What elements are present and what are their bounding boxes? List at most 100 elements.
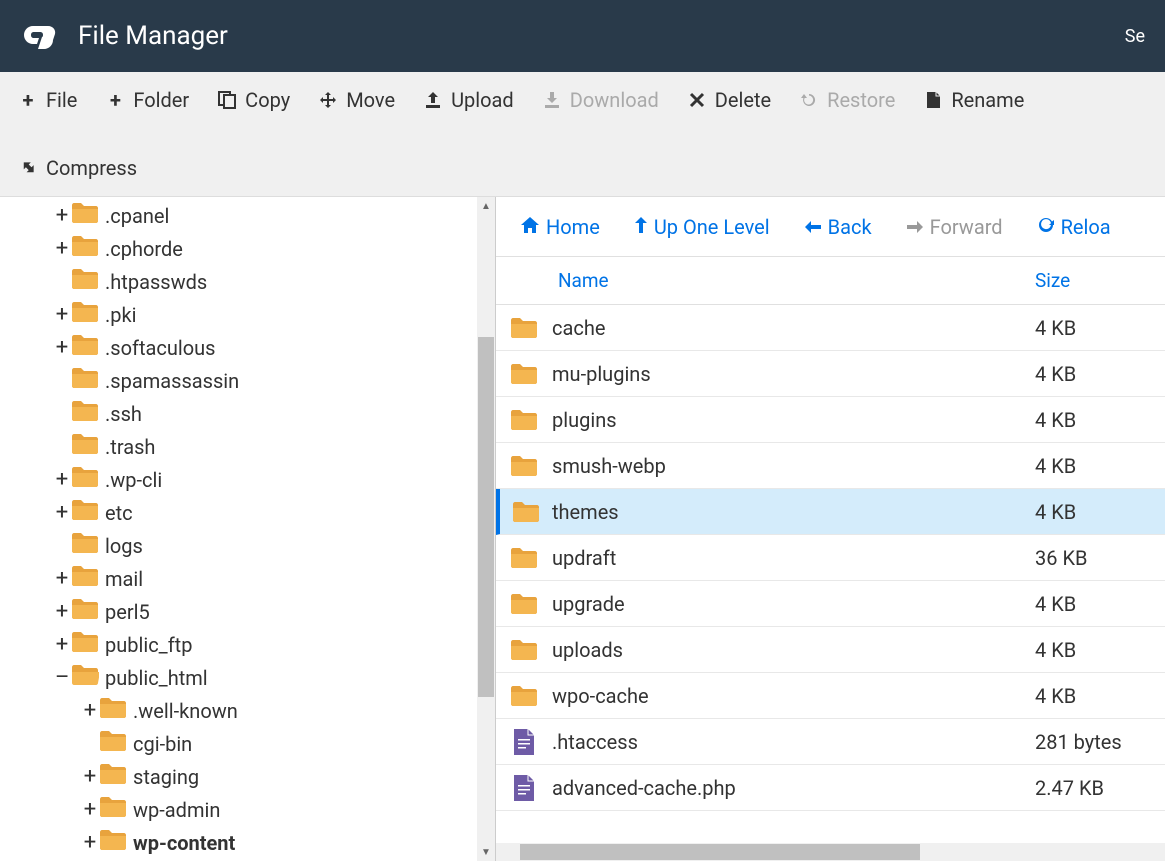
column-name-header[interactable]: Name [496,269,1035,292]
home-button[interactable]: Home [520,215,600,239]
copy-button[interactable]: Copy [217,82,290,118]
forward-button[interactable]: Forward [906,215,1003,239]
tree-item-mail[interactable]: +mail [55,562,495,595]
tree-item-trash[interactable]: .trash [55,430,495,463]
file-row[interactable]: advanced-cache.php2.47 KB [496,765,1165,811]
arrow-left-icon [804,215,822,239]
expand-toggle-icon[interactable]: + [55,634,69,656]
sidebar-scrollbar[interactable]: ▲ ▼ [477,197,495,861]
expand-toggle-icon[interactable] [55,403,69,425]
new-folder-button[interactable]: +Folder [105,82,189,118]
expand-toggle-icon[interactable] [55,436,69,458]
restore-button[interactable]: Restore [799,82,895,118]
expand-toggle-icon[interactable]: – [55,667,69,689]
scroll-thumb[interactable] [520,844,920,860]
file-name: uploads [552,638,1035,662]
folder-icon [71,532,99,559]
expand-toggle-icon[interactable]: + [55,238,69,260]
tree-item-softaculous[interactable]: +.softaculous [55,331,495,364]
tree-item-label: .well-known [133,699,238,723]
tree-item-wpadmin[interactable]: +wp-admin [55,793,495,826]
file-row[interactable]: themes4 KB [496,489,1165,535]
tree-item-wpcontent[interactable]: +wp-content [55,826,495,859]
tree-item-cpanel[interactable]: +.cpanel [55,199,495,232]
file-row[interactable]: upgrade4 KB [496,581,1165,627]
tree-item-htpasswds[interactable]: .htpasswds [55,265,495,298]
file-name: advanced-cache.php [552,776,1035,800]
file-row[interactable]: uploads4 KB [496,627,1165,673]
expand-toggle-icon[interactable]: + [55,601,69,623]
file-row[interactable]: wpo-cache4 KB [496,673,1165,719]
tree-item-staging[interactable]: + staging [55,760,495,793]
folder-icon [71,466,99,493]
tree-item-pki[interactable]: +.pki [55,298,495,331]
compress-button[interactable]: Compress [18,150,1147,186]
scroll-down-icon[interactable]: ▼ [477,843,495,861]
tree-item-label: .wp-cli [105,468,162,492]
column-size-header[interactable]: Size [1035,269,1165,292]
toolbar: +File +Folder Copy Move Upload Download … [0,72,1165,197]
tree-item-cgibin[interactable]: cgi-bin [55,727,495,760]
file-row[interactable]: mu-plugins4 KB [496,351,1165,397]
tree-item-logs[interactable]: logs [55,529,495,562]
tree-item-label: .spamassassin [105,369,239,393]
tree-item-label: staging [133,765,199,789]
new-file-button[interactable]: +File [18,82,77,118]
document-icon [923,90,943,110]
expand-toggle-icon[interactable]: + [83,700,97,722]
expand-toggle-icon[interactable] [83,733,97,755]
tree-item-wpcli[interactable]: + .wp-cli [55,463,495,496]
folder-icon [496,363,552,385]
file-size: 4 KB [1035,316,1165,340]
download-button[interactable]: Download [542,82,659,118]
up-one-level-button[interactable]: Up One Level [634,215,770,239]
expand-toggle-icon[interactable]: + [55,568,69,590]
folder-icon [496,547,552,569]
tree-item-publichtml[interactable]: –public_html [55,661,495,694]
file-row[interactable]: cache4 KB [496,305,1165,351]
file-row[interactable]: updraft36 KB [496,535,1165,581]
file-row[interactable]: plugins4 KB [496,397,1165,443]
tree-item-ssh[interactable]: .ssh [55,397,495,430]
reload-button[interactable]: Reloa [1037,215,1111,239]
expand-toggle-icon[interactable]: + [55,502,69,524]
expand-toggle-icon[interactable] [55,370,69,392]
plus-icon: + [18,90,38,110]
back-button[interactable]: Back [804,215,872,239]
file-size: 2.47 KB [1035,776,1165,800]
file-size: 4 KB [1035,638,1165,662]
upload-button[interactable]: Upload [423,82,514,118]
move-icon [318,90,338,110]
scroll-up-icon[interactable]: ▲ [477,197,495,215]
expand-toggle-icon[interactable]: + [55,469,69,491]
expand-toggle-icon[interactable] [55,535,69,557]
expand-toggle-icon[interactable]: + [83,832,97,854]
header-search-text[interactable]: Se [1125,26,1145,47]
tree-item-cphorde[interactable]: +.cphorde [55,232,495,265]
expand-toggle-icon[interactable]: + [83,799,97,821]
move-button[interactable]: Move [318,82,395,118]
file-row[interactable]: smush-webp4 KB [496,443,1165,489]
expand-toggle-icon[interactable]: + [55,304,69,326]
file-icon [496,774,552,802]
folder-icon [71,598,99,625]
tree-item-publicftp[interactable]: +public_ftp [55,628,495,661]
expand-toggle-icon[interactable]: + [55,205,69,227]
horizontal-scrollbar[interactable] [496,843,1165,861]
tree-item-spamassassin[interactable]: .spamassassin [55,364,495,397]
delete-button[interactable]: Delete [687,82,771,118]
expand-toggle-icon[interactable] [55,271,69,293]
folder-icon [496,639,552,661]
tree-item-wellknown[interactable]: + .well-known [55,694,495,727]
scroll-thumb[interactable] [478,337,494,697]
expand-toggle-icon[interactable]: + [55,337,69,359]
expand-toggle-icon[interactable]: + [83,766,97,788]
file-size: 4 KB [1035,684,1165,708]
file-row[interactable]: .htaccess281 bytes [496,719,1165,765]
folder-icon [71,631,99,658]
tree-item-etc[interactable]: +etc [55,496,495,529]
tree-item-label: .trash [105,435,155,459]
rename-button[interactable]: Rename [923,82,1024,118]
file-name: smush-webp [552,454,1035,478]
tree-item-perl5[interactable]: +perl5 [55,595,495,628]
